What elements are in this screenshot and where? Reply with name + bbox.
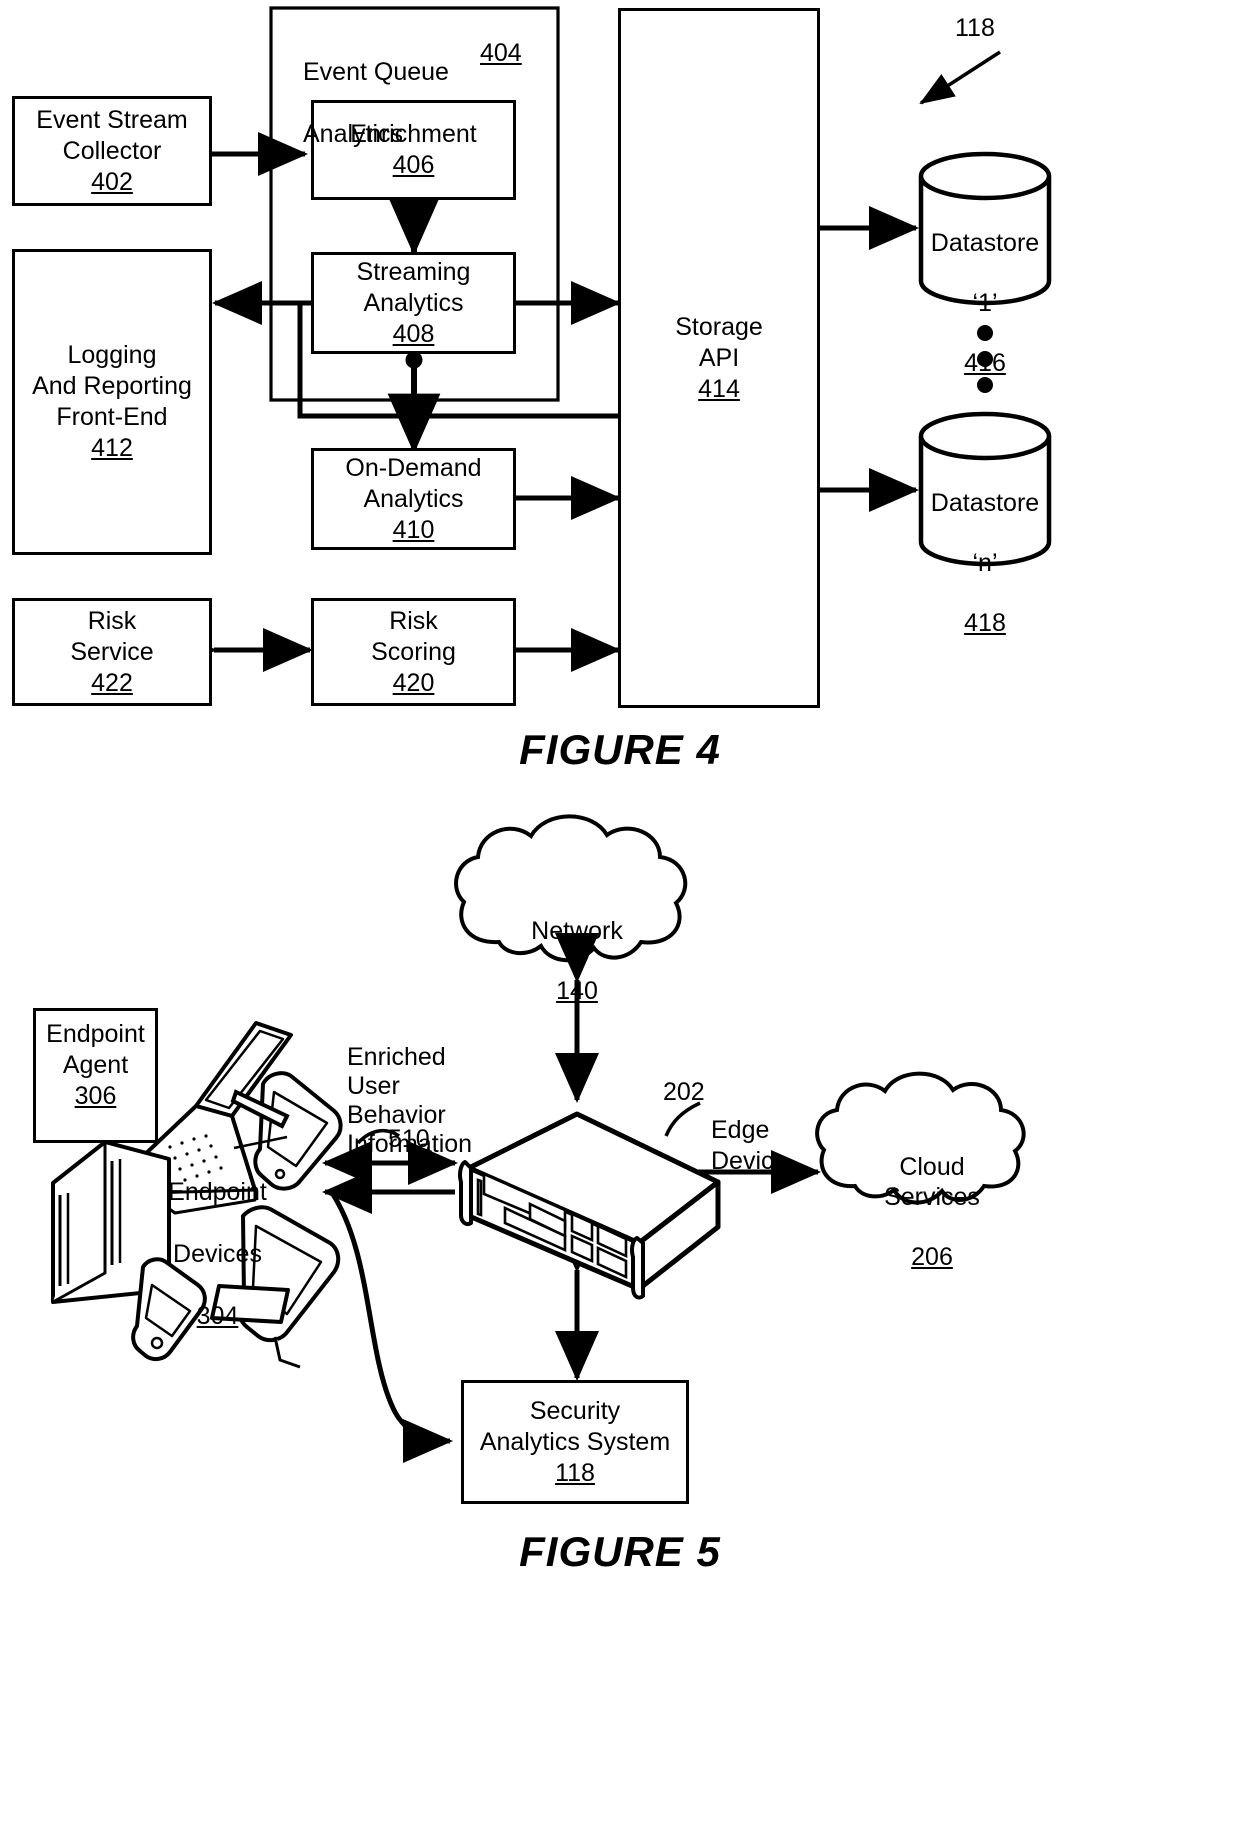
box-line-1: Storage — [675, 312, 763, 341]
box-line-2: Collector — [62, 136, 162, 165]
caption-text: FIGURE 5 — [519, 1528, 721, 1575]
edge-device-text: Edge Device — [711, 1116, 788, 1175]
box-ref: 420 — [392, 668, 435, 697]
box-line-2: Agent — [62, 1051, 129, 1079]
box-ref: 406 — [392, 151, 435, 179]
figure-5-caption: FIGURE 5 — [0, 1528, 1240, 1576]
cloud-services-name: Cloud Services — [884, 1153, 980, 1211]
ref-value: 118 — [955, 14, 995, 42]
endpoint-devices-line-1: Endpoint — [168, 1178, 267, 1206]
enriched-info-ref-510: 510 — [388, 1125, 430, 1154]
box-line-1: Security — [529, 1396, 621, 1425]
ref-value: 404 — [480, 39, 522, 67]
container-title-line-2: Analytics — [303, 120, 404, 148]
box-security-analytics-system[interactable]: Security Analytics System 118 — [461, 1380, 689, 1504]
box-ref: 410 — [392, 515, 435, 544]
datastore-index: ‘1’ — [972, 289, 998, 317]
box-line-2: And Reporting — [32, 372, 192, 400]
container-title-line-1: Event Queue — [303, 58, 449, 86]
box-ref: 412 — [91, 434, 133, 462]
box-line-1: Logging — [67, 341, 157, 369]
datastore-1-label: Datastore ‘1’ 416 — [921, 198, 1049, 378]
box-event-stream-collector[interactable]: Event Stream Collector 402 — [12, 96, 212, 206]
box-ref: 408 — [392, 319, 435, 348]
ref-value: 202 — [663, 1078, 705, 1106]
edge-device-label: Edge Device — [711, 1084, 841, 1177]
box-line-2: Service — [70, 637, 154, 666]
box-risk-service[interactable]: Risk Service 422 — [12, 598, 212, 706]
network-label: Network — [531, 917, 623, 945]
box-logging-and-reporting-front-end[interactable]: Logging And Reporting Front-End 412 — [12, 249, 212, 555]
box-line-2: API — [698, 343, 740, 372]
box-line-2: Analytics System — [479, 1427, 671, 1456]
box-line-1: Event Stream — [36, 105, 188, 134]
box-ref: 118 — [555, 1458, 595, 1487]
endpoint-devices-line-2: Devices — [173, 1240, 262, 1268]
box-ref: 402 — [91, 167, 133, 196]
box-line-2: Analytics — [363, 288, 464, 317]
datastore-name: Datastore — [930, 229, 1040, 257]
datastore-index: ‘n’ — [972, 549, 998, 577]
network-ref: 140 — [556, 977, 598, 1005]
caption-text: FIGURE 4 — [519, 726, 721, 773]
box-line-1: Risk — [87, 606, 137, 635]
box-line-1: Risk — [389, 606, 438, 635]
box-line-2: Scoring — [371, 637, 456, 666]
cloud-services-label: Cloud Services 206 — [852, 1122, 1012, 1272]
figure-4-caption: FIGURE 4 — [0, 726, 1240, 774]
datastore-name: Datastore — [930, 489, 1040, 517]
box-line-1: Streaming — [356, 257, 471, 286]
security-analytics-system-ref-118: 118 — [955, 14, 995, 43]
network-cloud-label: Network 140 — [497, 886, 657, 1006]
event-queue-analytics-ref: 404 — [480, 39, 522, 68]
box-risk-scoring[interactable]: Risk Scoring 420 — [311, 598, 516, 706]
box-ref: 306 — [74, 1082, 117, 1110]
datastore-ref: 418 — [964, 609, 1006, 637]
box-line-2: Analytics — [363, 484, 464, 513]
endpoint-devices-ref: 304 — [196, 1302, 239, 1330]
box-line-1: Endpoint — [46, 1020, 145, 1048]
box-ref: 422 — [91, 668, 133, 697]
datastore-n-label: Datastore ‘n’ 418 — [921, 458, 1049, 638]
edge-device-ref-202: 202 — [663, 1078, 705, 1107]
box-line-3: Front-End — [56, 403, 168, 431]
box-on-demand-analytics[interactable]: On-Demand Analytics 410 — [311, 448, 516, 550]
patent-figure-sheet: Event Stream Collector 402 Enrichment 40… — [0, 0, 1240, 1822]
datastore-ref: 416 — [964, 349, 1006, 377]
cloud-services-ref: 206 — [911, 1243, 953, 1271]
ref-value: 510 — [388, 1125, 430, 1153]
box-storage-api[interactable]: Storage API 414 — [618, 8, 820, 708]
box-endpoint-agent[interactable]: Endpoint Agent 306 — [33, 1008, 158, 1143]
box-streaming-analytics[interactable]: Streaming Analytics 408 — [311, 252, 516, 354]
box-ref: 414 — [698, 374, 740, 403]
endpoint-devices-label: Endpoint Devices 304 — [155, 1146, 280, 1332]
box-line-1: On-Demand — [345, 453, 482, 482]
